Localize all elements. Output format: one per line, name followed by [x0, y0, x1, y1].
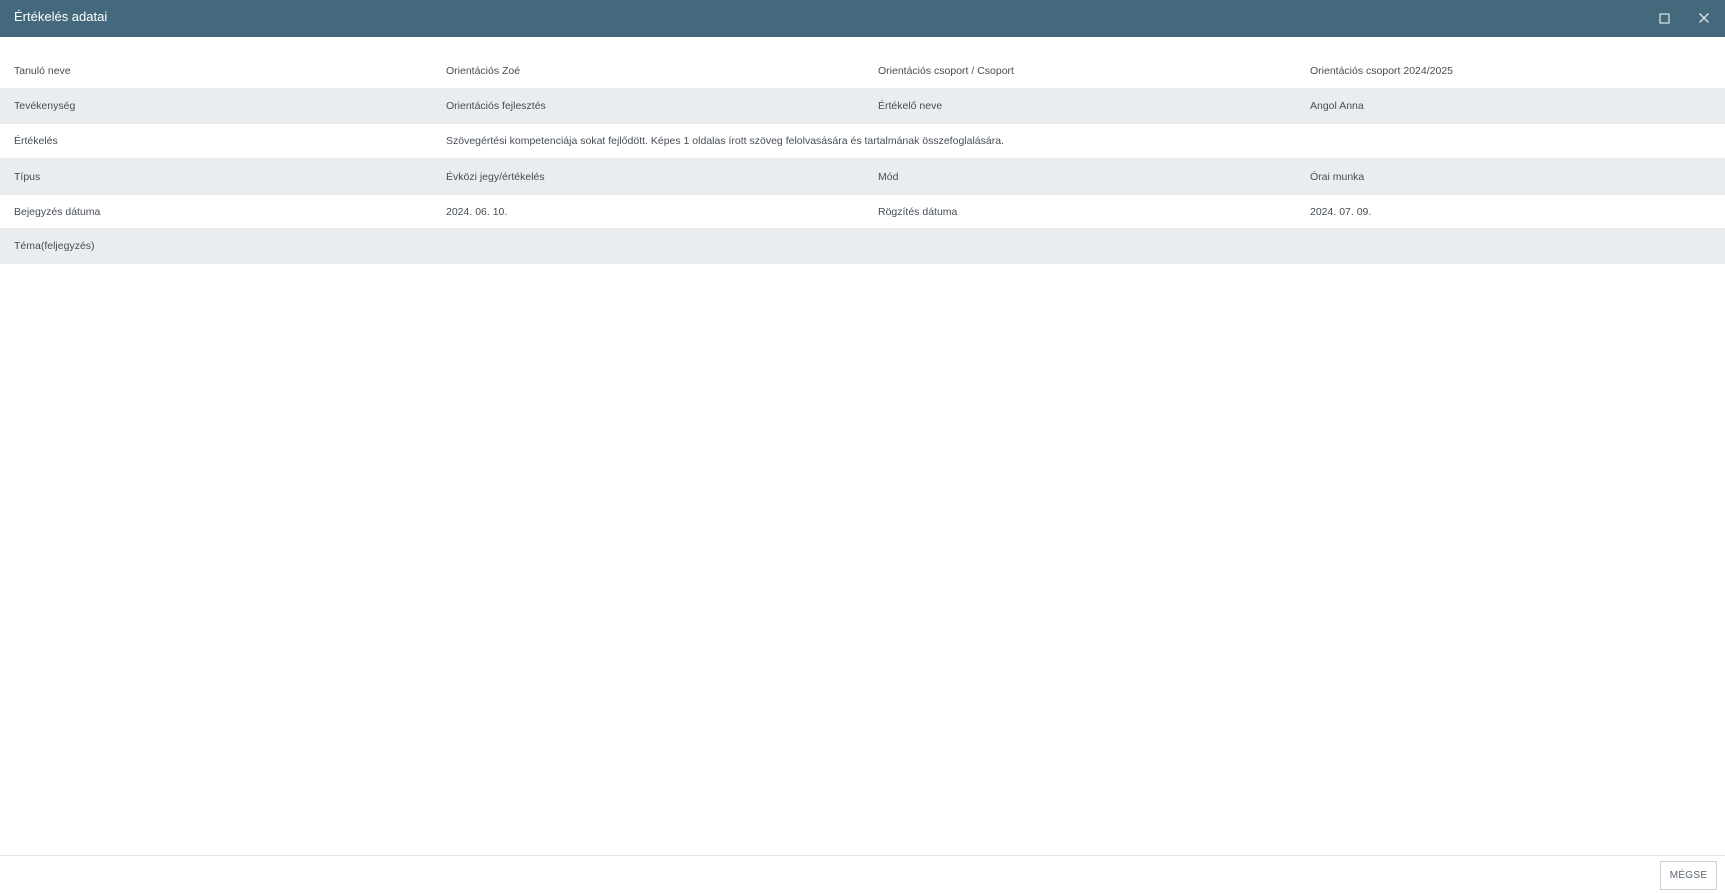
table-row-topic: Téma(feljegyzés)	[0, 228, 1725, 264]
value-activity: Orientációs fejlesztés	[446, 100, 546, 112]
table-row-evaluation: Értékelés Szövegértési kompetenciája sok…	[0, 124, 1725, 158]
maximize-icon[interactable]	[1654, 8, 1674, 28]
label-topic: Téma(feljegyzés)	[14, 240, 95, 252]
evaluation-details-dialog: Értékelés adatai Tanuló neve Orientációs…	[0, 0, 1725, 894]
value-type: Évközi jegy/értékelés	[446, 170, 545, 183]
label-entry-date: Bejegyzés dátuma	[14, 205, 101, 218]
table-row-type: Típus Évközi jegy/értékelés Mód Órai mun…	[0, 158, 1725, 195]
table-row-activity: Tevékenység Orientációs fejlesztés Érték…	[0, 88, 1725, 124]
footer-divider	[0, 855, 1725, 856]
value-student-name: Orientációs Zoé	[446, 64, 521, 77]
dialog-titlebar: Értékelés adatai	[0, 0, 1725, 37]
value-entry-date: 2024. 06. 10.	[446, 205, 508, 218]
label-activity: Tevékenység	[14, 100, 76, 112]
label-type: Típus	[14, 170, 41, 183]
label-group: Orientációs csoport / Csoport	[878, 64, 1014, 77]
dialog-title: Értékelés adatai	[14, 9, 108, 24]
table-row-student: Tanuló neve Orientációs Zoé Orientációs …	[0, 53, 1725, 88]
value-group: Orientációs csoport 2024/2025	[1310, 64, 1454, 77]
value-record-date: 2024. 07. 09.	[1310, 205, 1372, 218]
table-row-dates: Bejegyzés dátuma 2024. 06. 10. Rögzítés …	[0, 195, 1725, 228]
label-record-date: Rögzítés dátuma	[878, 205, 958, 218]
label-evaluation: Értékelés	[14, 135, 58, 147]
details-table: Tanuló neve Orientációs Zoé Orientációs …	[0, 53, 1725, 264]
label-evaluator: Értékelő neve	[878, 100, 943, 112]
value-evaluator: Angol Anna	[1310, 100, 1364, 112]
value-mode: Órai munka	[1310, 170, 1365, 183]
cancel-button[interactable]: MÉGSE	[1660, 861, 1717, 890]
label-student-name: Tanuló neve	[14, 64, 71, 77]
label-mode: Mód	[878, 170, 899, 183]
close-icon[interactable]	[1694, 8, 1714, 28]
value-evaluation: Szövegértési kompetenciája sokat fejlődö…	[446, 135, 1004, 147]
